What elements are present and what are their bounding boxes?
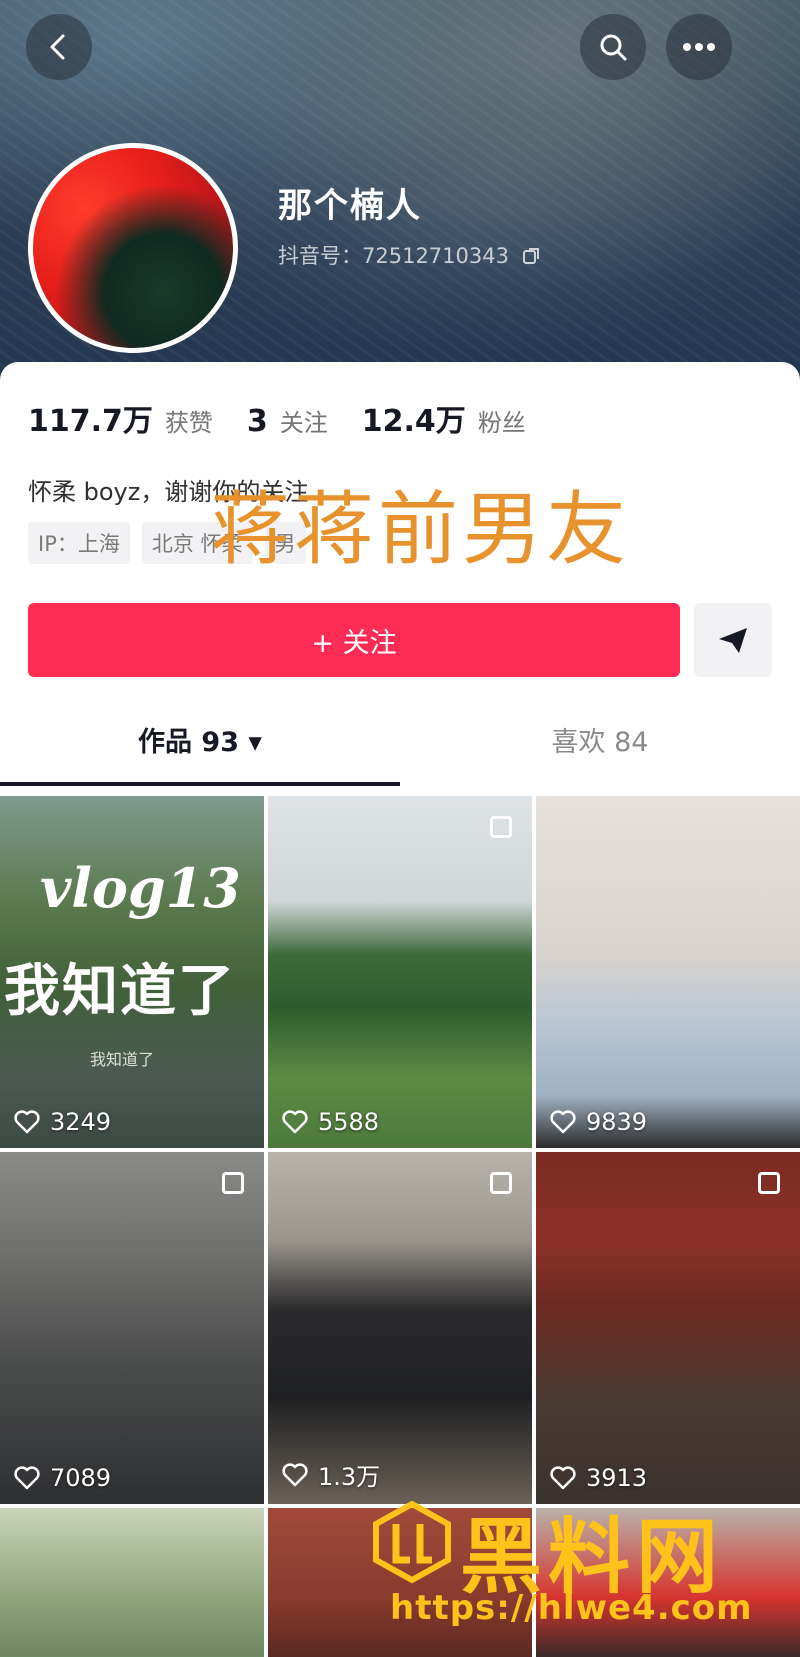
back-arrow-icon <box>50 34 65 60</box>
content-tabs: 作品 93 ▾ 喜欢 84 <box>0 720 800 790</box>
avatar[interactable] <box>28 143 238 353</box>
more-button[interactable] <box>666 14 732 80</box>
stat-following-label: 关注 <box>279 409 328 437</box>
like-count-text: 7089 <box>50 1464 112 1492</box>
video-thumbnail[interactable]: 3913 <box>536 1152 800 1504</box>
multi-image-icon <box>222 1172 244 1194</box>
stat-likes[interactable]: 117.7万 获赞 <box>28 396 213 440</box>
video-like-count: 3249 <box>14 1108 111 1136</box>
video-like-count: 5588 <box>282 1108 379 1136</box>
nickname: 那个楠人 <box>278 186 422 226</box>
share-button[interactable] <box>694 603 772 677</box>
heart-icon <box>14 1110 40 1134</box>
multi-image-icon <box>490 1172 512 1194</box>
douyin-id-text: 抖音号：72512710343 <box>278 244 509 268</box>
video-caption-overlay: 我知道了 <box>90 1050 155 1069</box>
multi-image-icon <box>758 1172 780 1194</box>
tab-liked[interactable]: 喜欢 84 <box>400 720 800 759</box>
multi-image-icon <box>490 816 512 838</box>
video-thumbnail[interactable] <box>0 1508 264 1657</box>
video-thumbnail[interactable]: 9839 <box>536 796 800 1148</box>
copy-icon[interactable] <box>522 246 542 266</box>
video-subtitle-overlay: 我知道了 <box>4 959 236 1024</box>
stat-followers-label: 粉丝 <box>477 409 526 437</box>
heart-icon <box>282 1462 308 1486</box>
back-button[interactable] <box>26 14 92 80</box>
follow-button[interactable]: + 关注 <box>28 603 680 677</box>
active-tab-indicator <box>0 782 400 786</box>
video-like-count: 3913 <box>550 1464 647 1492</box>
send-icon <box>719 628 747 653</box>
tab-works[interactable]: 作品 93 ▾ <box>0 720 400 759</box>
video-thumbnail[interactable]: 1.3万 <box>268 1152 532 1504</box>
heart-icon <box>282 1110 308 1134</box>
video-like-count: 9839 <box>550 1108 647 1136</box>
tag-ip: IP：上海 <box>28 522 130 564</box>
site-url: https://hlwe4.com <box>390 1588 753 1628</box>
search-icon <box>600 34 627 61</box>
like-count-text: 5588 <box>318 1108 380 1136</box>
heart-icon <box>550 1110 576 1134</box>
site-logo-icon <box>373 1500 451 1584</box>
stat-likes-label: 获赞 <box>164 409 213 437</box>
video-thumbnail[interactable]: vlog13 我知道了 我知道了 3249 <box>0 796 264 1148</box>
like-count-text: 3913 <box>586 1464 648 1492</box>
stat-followers-value: 12.4万 <box>361 404 466 439</box>
like-count-text: 3249 <box>50 1108 112 1136</box>
like-count-text: 1.3万 <box>318 1463 381 1491</box>
douyin-id[interactable]: 抖音号：72512710343 <box>278 240 542 270</box>
site-watermark: 黑料网 https://hlwe4.com <box>370 1490 790 1640</box>
video-like-count: 7089 <box>14 1464 111 1492</box>
stat-following-value: 3 <box>246 404 268 439</box>
overlay-caption: 蒋蒋前男友 <box>210 483 630 576</box>
heart-icon <box>550 1466 576 1490</box>
more-dots-icon <box>683 43 715 51</box>
video-thumbnail[interactable]: 7089 <box>0 1152 264 1504</box>
stat-followers[interactable]: 12.4万 粉丝 <box>362 396 526 440</box>
search-button[interactable] <box>580 14 646 80</box>
video-title-overlay: vlog13 <box>40 856 241 920</box>
stat-likes-value: 117.7万 <box>28 404 153 439</box>
stat-following[interactable]: 3 关注 <box>247 403 328 439</box>
video-like-count: 1.3万 <box>282 1457 380 1492</box>
stats-row: 117.7万 获赞 3 关注 12.4万 粉丝 <box>28 396 560 440</box>
like-count-text: 9839 <box>586 1108 648 1136</box>
heart-icon <box>14 1466 40 1490</box>
video-thumbnail[interactable]: 5588 <box>268 796 532 1148</box>
